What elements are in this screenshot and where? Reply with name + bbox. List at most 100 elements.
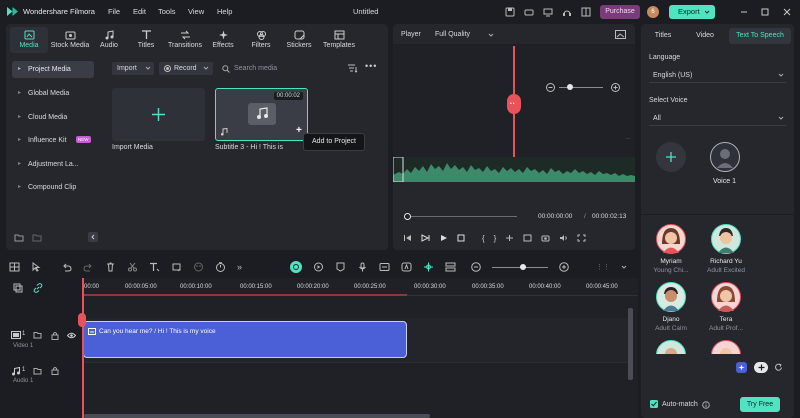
try-free-button[interactable]: Try Free (740, 397, 780, 412)
tab-titles[interactable]: Titles (126, 27, 166, 53)
media-clip-tile[interactable]: 00:00:02 + (215, 88, 308, 141)
ai-tool-icon[interactable] (401, 262, 412, 272)
color-icon[interactable] (193, 262, 204, 272)
add-voice-button[interactable] (656, 142, 686, 172)
crop-icon[interactable] (171, 262, 182, 272)
export-button[interactable]: Export (669, 5, 715, 19)
search-input[interactable]: Search media (218, 62, 338, 75)
language-select[interactable]: English (US) (649, 68, 786, 83)
voice-card-tera[interactable]: Tera Adult Prof... (704, 282, 748, 334)
filter-icon[interactable] (347, 64, 358, 73)
sidebar-item-adjustment-layer[interactable]: ▸ Adjustment La... (12, 156, 94, 173)
layout-icon[interactable] (581, 6, 591, 18)
track-layout-icon[interactable] (445, 262, 456, 272)
tab-templates[interactable]: Templates (318, 27, 360, 53)
custom-voice-avatar[interactable] (710, 142, 740, 172)
minimize-icon[interactable] (739, 7, 749, 17)
undo-icon[interactable] (61, 262, 72, 272)
menu-view[interactable]: View (188, 7, 204, 16)
sidebar-item-influence-kit[interactable]: ▸ Influence Kit NEW (12, 132, 94, 149)
close-icon[interactable] (782, 7, 792, 17)
import-media-tile[interactable] (112, 88, 205, 141)
tab-text-to-speech[interactable]: Text To Speech (729, 28, 791, 44)
tab-media[interactable]: Media (10, 27, 48, 53)
tab-titles[interactable]: Titles (645, 28, 681, 44)
stop-icon[interactable] (457, 234, 465, 242)
add-credits-button[interactable] (754, 362, 768, 373)
volume-icon[interactable] (559, 234, 568, 242)
avatar[interactable]: 6 (647, 6, 659, 18)
record-dropdown[interactable]: Record (159, 62, 213, 75)
tab-filters[interactable]: Filters (242, 27, 280, 53)
audio-track[interactable] (82, 362, 628, 406)
auto-match-checkbox[interactable] (650, 400, 658, 408)
tab-stock-media[interactable]: Stock Media (48, 27, 92, 53)
save-icon[interactable] (505, 6, 515, 18)
add-to-project-plus-icon[interactable]: + (296, 125, 302, 136)
tab-video[interactable]: Video (687, 28, 723, 44)
eye-icon[interactable] (67, 332, 76, 339)
link-icon[interactable] (33, 283, 43, 293)
maximize-icon[interactable] (760, 7, 770, 17)
import-dropdown[interactable]: Import (112, 62, 154, 75)
voice-card-partial[interactable] (656, 340, 686, 354)
horizontal-scrollbar[interactable] (84, 414, 430, 418)
collapse-sidebar-icon[interactable] (88, 232, 98, 242)
playback-progress[interactable] (404, 213, 517, 220)
folder-icon[interactable] (32, 233, 42, 242)
tab-transitions[interactable]: Transitions (166, 27, 204, 53)
vertical-scrollbar[interactable] (628, 308, 633, 380)
previous-frame-icon[interactable] (403, 234, 412, 242)
new-folder-icon[interactable] (14, 233, 24, 242)
timeline-clip[interactable]: Can you hear me? / Hi ! This is my voice (83, 321, 407, 358)
quality-dropdown[interactable]: Full Quality (433, 29, 497, 41)
snap-icon[interactable] (423, 262, 434, 272)
menu-file[interactable]: File (108, 7, 120, 16)
headset-icon[interactable] (562, 6, 572, 18)
more-tools-icon[interactable]: » (237, 262, 242, 272)
purchase-button[interactable]: Purchase (600, 5, 640, 19)
time-ruler[interactable]: 00:00 00:00:05:00 00:00:10:00 00:00:15:0… (82, 278, 638, 296)
audio-marker-handle[interactable]: •• (507, 94, 521, 114)
timeline-zoom-knob[interactable] (520, 263, 526, 270)
preview-canvas[interactable]: •• ·· (393, 44, 635, 182)
sidebar-item-global-media[interactable]: ▸ Global Media (12, 85, 94, 102)
progress-knob[interactable] (404, 213, 411, 220)
tab-stickers[interactable]: Stickers (280, 27, 318, 53)
zoom-in-icon[interactable] (611, 83, 620, 92)
voice-card-richard-yu[interactable]: Richard Yu Adult Excited (704, 224, 748, 276)
tab-effects[interactable]: Effects (204, 27, 242, 53)
microphone-icon[interactable] (357, 262, 368, 272)
delete-icon[interactable] (105, 262, 116, 272)
chevron-down-icon[interactable] (621, 265, 627, 270)
play-pause-icon[interactable] (439, 234, 448, 242)
folder-icon[interactable] (33, 331, 42, 339)
menu-tools[interactable]: Tools (158, 7, 176, 16)
info-icon[interactable] (702, 401, 710, 409)
auto-ripple-icon[interactable] (290, 261, 302, 273)
render-preview-icon[interactable] (313, 262, 324, 272)
menu-edit[interactable]: Edit (133, 7, 146, 16)
ai-credits-icon[interactable] (736, 362, 747, 373)
cut-icon[interactable] (127, 262, 138, 272)
lock-icon[interactable] (51, 331, 59, 340)
play-icon[interactable] (421, 234, 430, 242)
redo-icon[interactable] (83, 262, 94, 272)
zoom-out-icon[interactable] (546, 83, 555, 92)
split-icon[interactable] (505, 234, 514, 242)
sidebar-item-project-media[interactable]: ▸ Project Media (12, 61, 94, 78)
monitor-icon[interactable] (543, 6, 553, 18)
refresh-icon[interactable] (774, 363, 783, 372)
mark-in-icon[interactable]: { (482, 234, 485, 243)
voice-filter-select[interactable]: All (649, 111, 786, 126)
timeline-zoom-in-icon[interactable] (559, 262, 569, 272)
zoom-slider[interactable] (559, 84, 603, 90)
render-icon[interactable] (523, 234, 532, 242)
layout-grid-icon[interactable] (9, 262, 20, 272)
timeline-zoom-out-icon[interactable] (471, 262, 481, 272)
mark-out-icon[interactable]: } (494, 234, 497, 243)
lock-icon[interactable] (51, 366, 59, 375)
add-track-icon[interactable] (13, 283, 23, 293)
voice-card-partial[interactable] (711, 340, 741, 354)
folder-icon[interactable] (33, 367, 42, 375)
